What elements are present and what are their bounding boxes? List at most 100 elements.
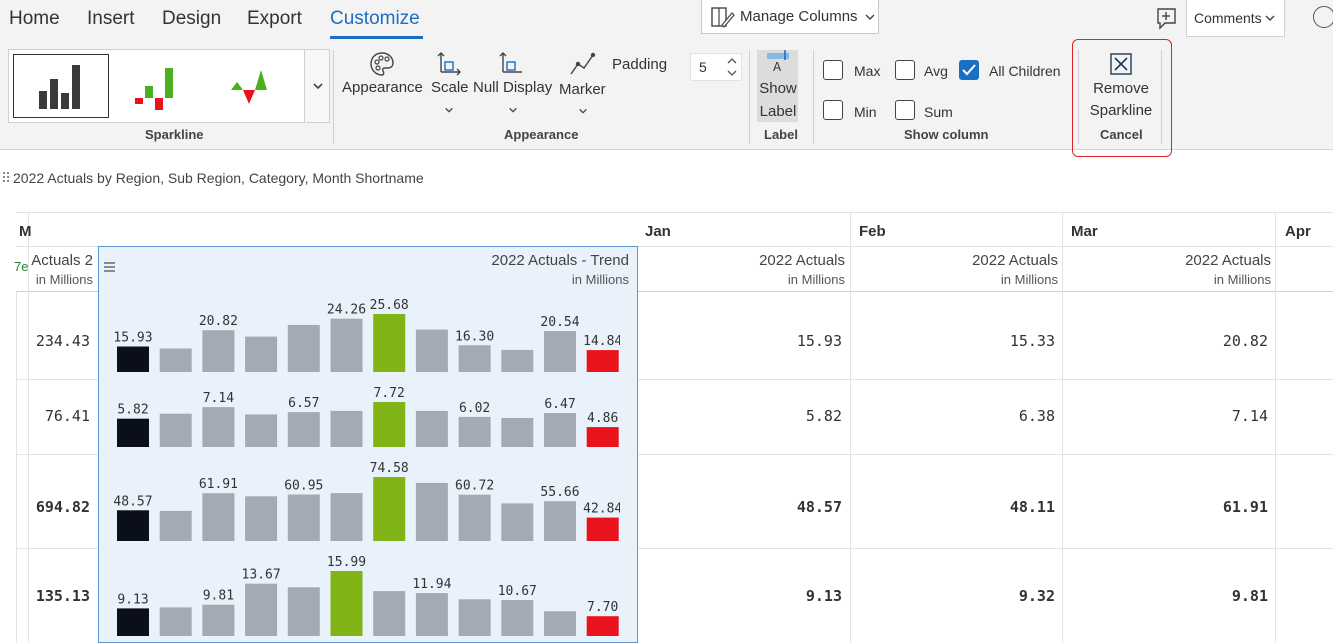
sparkline-row-1: 15.93 20.82 24.26 25.68 16.30 20.54 14.84: [113, 298, 620, 372]
checkbox-max[interactable]: [823, 60, 843, 80]
null-display-button[interactable]: Null Display: [473, 79, 552, 96]
checkbox-all-children[interactable]: [959, 60, 979, 80]
help-icon[interactable]: [1313, 6, 1333, 28]
grid-line: [1275, 212, 1276, 643]
sparkline-bar: [501, 600, 534, 636]
jan-column-units: in Millions: [787, 272, 845, 287]
grid-line: [16, 212, 1333, 213]
sparkline-bar: [501, 503, 534, 541]
group-divider: [749, 50, 750, 144]
sparkline-data-label: 24.26: [327, 303, 366, 318]
checkbox-sum[interactable]: [895, 100, 915, 120]
scale-icon: [437, 52, 461, 76]
sparkline-bar: [415, 482, 448, 541]
sparkline-bar: [373, 591, 406, 636]
column-units-total: in Millions: [35, 272, 93, 287]
app-window: Home Insert Design Export Customize Mana…: [0, 0, 1333, 643]
checkbox-min[interactable]: [823, 100, 843, 120]
sparkline-bar: [330, 410, 363, 447]
sparkline-bar: [544, 501, 576, 541]
sparkline-data-label: 16.30: [455, 329, 494, 344]
comments-label: Comments: [1194, 10, 1262, 26]
menu-icon[interactable]: [103, 261, 117, 273]
sparkline-gallery: [8, 49, 305, 123]
padding-stepper[interactable]: [726, 55, 738, 79]
row-mar-value: 61.91: [1222, 498, 1268, 516]
row-feb-value: 6.38: [1018, 407, 1055, 425]
column-header-total: 2 Actuals: [31, 252, 93, 269]
manage-columns-label: Manage Columns: [740, 8, 858, 25]
appearance-button[interactable]: Appearance: [342, 79, 423, 96]
sparkline-style-bars[interactable]: [13, 54, 109, 118]
checkbox-all-children-label: All Children: [989, 63, 1061, 79]
sparkline-bar: [117, 418, 149, 447]
palette-icon: [370, 52, 394, 76]
checkmark-icon: [962, 64, 976, 76]
chevron-down-icon: [579, 108, 587, 114]
bar-sparkline-icon: [39, 65, 80, 109]
sparkline-bar: [373, 402, 406, 447]
gallery-more-button[interactable]: [306, 49, 330, 123]
sparkline-bar: [159, 348, 192, 372]
show-label-icon: A: [767, 50, 789, 74]
show-label-text-2: Label: [759, 103, 797, 120]
sparkline-data-label: 55.66: [540, 485, 579, 500]
sparkline-data-label: 25.68: [370, 298, 409, 313]
row-feb-value: 15.33: [1009, 332, 1055, 350]
group-divider: [813, 50, 814, 144]
row-total-value: 76.41: [44, 407, 90, 425]
sparkline-row-3: 48.57 61.91 60.95 74.58 60.72 55.66 42.84: [113, 461, 620, 541]
row-total-value: 234.43: [35, 332, 90, 350]
arrow-sparkline-icon: [231, 70, 267, 104]
sparkline-bar: [202, 604, 235, 636]
tab-export[interactable]: Export: [247, 8, 302, 30]
feb-column-units: in Millions: [1000, 272, 1058, 287]
comments-button[interactable]: Comments: [1186, 0, 1285, 37]
sparkline-bar: [330, 493, 363, 541]
chevron-down-icon: [1265, 15, 1275, 21]
tab-home[interactable]: Home: [9, 8, 60, 30]
checkbox-avg[interactable]: [895, 60, 915, 80]
month-header-mar: Mar: [1071, 223, 1098, 240]
tab-insert[interactable]: Insert: [87, 8, 135, 30]
marker-button[interactable]: Marker: [559, 81, 606, 98]
sparkline-style-variance[interactable]: [113, 54, 209, 118]
manage-columns-button[interactable]: Manage Columns: [701, 0, 879, 34]
row-total-value: 694.82: [35, 498, 90, 516]
sparkline-row-4: 9.13 9.81 13.67 15.99 11.94 10.67 7.70: [117, 555, 619, 636]
add-comment-icon[interactable]: [1153, 3, 1183, 33]
sparkline-data-label: 7.72: [374, 386, 405, 401]
group-label-show-column: Show column: [904, 127, 989, 142]
sparkline-bar: [245, 496, 278, 541]
sparkline-data-label: 61.91: [199, 477, 238, 492]
sparkline-data-label: 7.14: [203, 391, 234, 406]
sparkline-bar: [544, 413, 576, 447]
sparkline-bar: [544, 611, 576, 636]
svg-text:A: A: [773, 60, 782, 74]
tab-design[interactable]: Design: [162, 8, 221, 30]
tab-customize[interactable]: Customize: [330, 8, 420, 30]
sparkline-data-label: 7.70: [587, 600, 618, 615]
marker-icon: [570, 52, 596, 75]
row-mar-value: 9.81: [1231, 587, 1268, 605]
group-label-label: Label: [764, 127, 798, 142]
row-mar-value: 20.82: [1222, 332, 1268, 350]
sparkline-bar: [159, 510, 192, 541]
drag-handle-icon[interactable]: [2, 171, 10, 183]
sparkline-bar: [159, 413, 192, 447]
sparkline-data-label: 14.84: [583, 334, 620, 349]
sparkline-data-label: 20.82: [199, 314, 238, 329]
checkbox-sum-label: Sum: [924, 104, 953, 120]
scale-button[interactable]: Scale: [431, 79, 469, 96]
sparkline-bar: [287, 412, 320, 447]
sparkline-bar: [373, 477, 406, 541]
sparkline-bar: [287, 494, 320, 541]
sparkline-bar: [330, 571, 363, 636]
sparkline-bar: [501, 349, 534, 372]
jan-column-header: 2022 Actuals: [759, 252, 845, 269]
sparkline-style-arrows[interactable]: [209, 54, 305, 118]
column-header-partial: M: [19, 223, 32, 240]
show-label-text: Show: [759, 80, 797, 97]
checkbox-min-label: Min: [854, 104, 877, 120]
highlight-box: [1072, 39, 1172, 157]
